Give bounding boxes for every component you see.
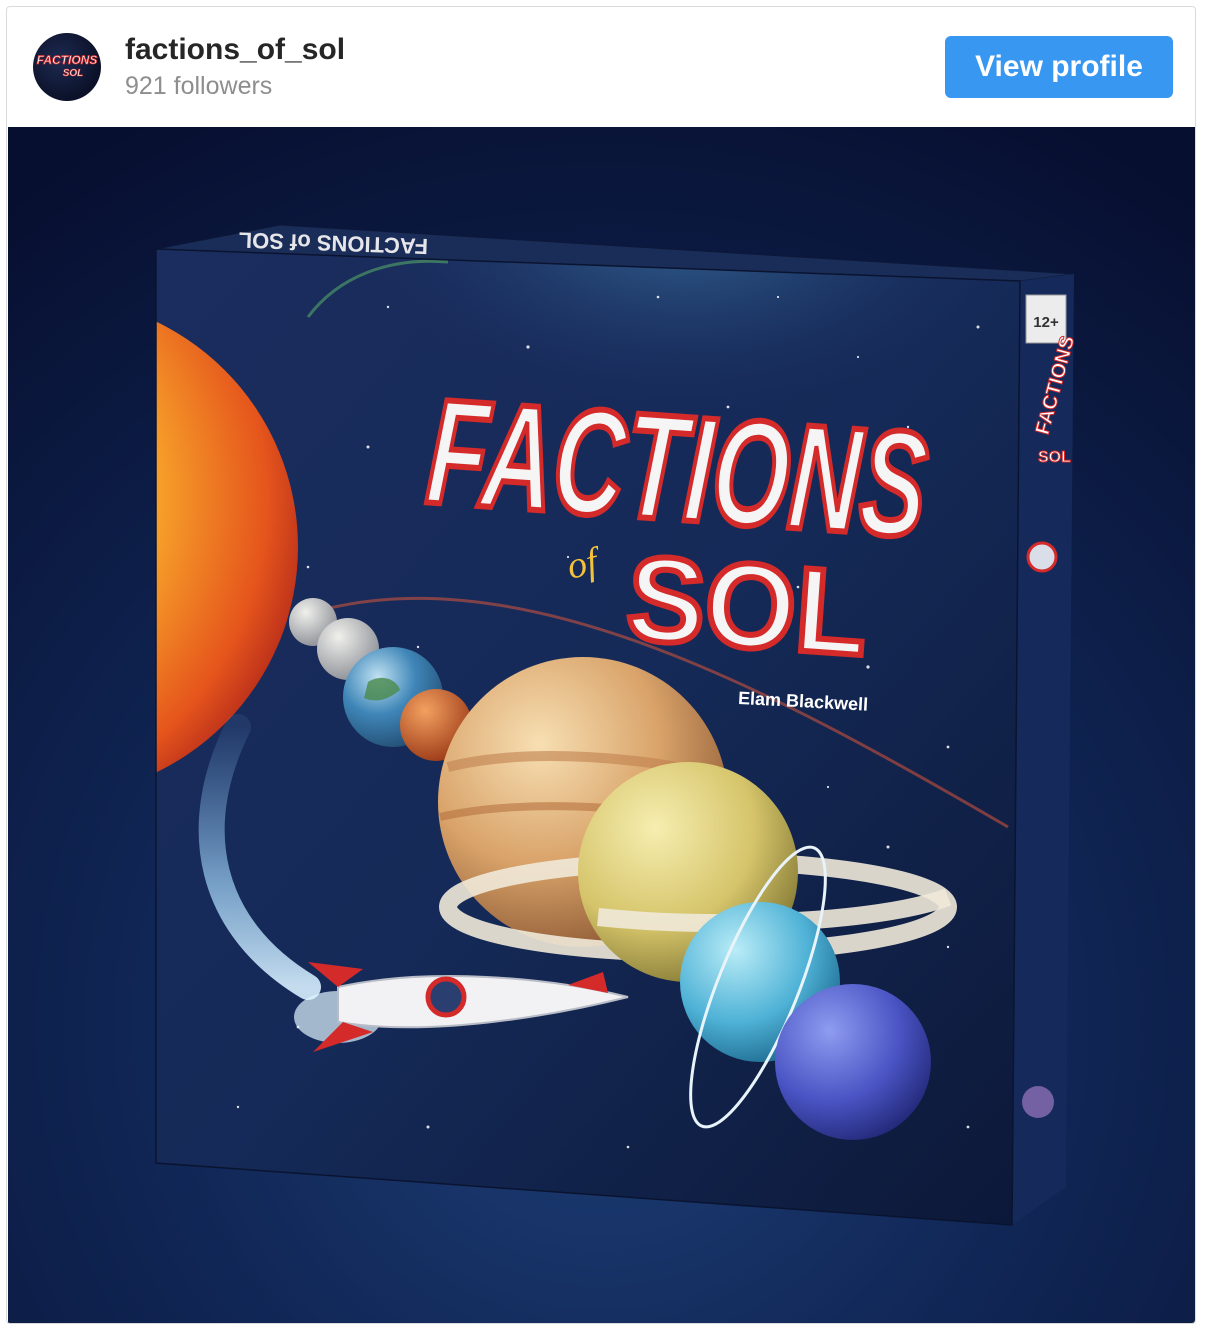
avatar[interactable]: FACTIONS SOL: [33, 33, 101, 101]
box-side-age: 12+: [1033, 314, 1059, 331]
avatar-logo-text: FACTIONS: [37, 53, 98, 67]
post-image[interactable]: FACTIONS of SOL 12+ FACTIONS SOL FACTION…: [8, 127, 1195, 1323]
avatar-logo-sol: SOL: [63, 68, 84, 79]
neptune-illustration: [775, 984, 931, 1140]
username-link[interactable]: factions_of_sol: [125, 33, 945, 67]
box-title-sol: SOL: [623, 531, 872, 681]
instagram-embed-card: FACTIONS SOL factions_of_sol 921 followe…: [6, 6, 1196, 1324]
followers-count: 921 followers: [125, 72, 273, 100]
board-game-box-illustration: FACTIONS of SOL 12+ FACTIONS SOL FACTION…: [8, 127, 1195, 1323]
view-profile-button[interactable]: View profile: [945, 36, 1173, 98]
profile-header: FACTIONS SOL factions_of_sol 921 followe…: [7, 7, 1195, 127]
avatar-logo-icon: FACTIONS SOL: [36, 53, 98, 80]
box-side-sol: SOL: [1038, 449, 1071, 466]
profile-identity: factions_of_sol 921 followers: [125, 33, 945, 101]
